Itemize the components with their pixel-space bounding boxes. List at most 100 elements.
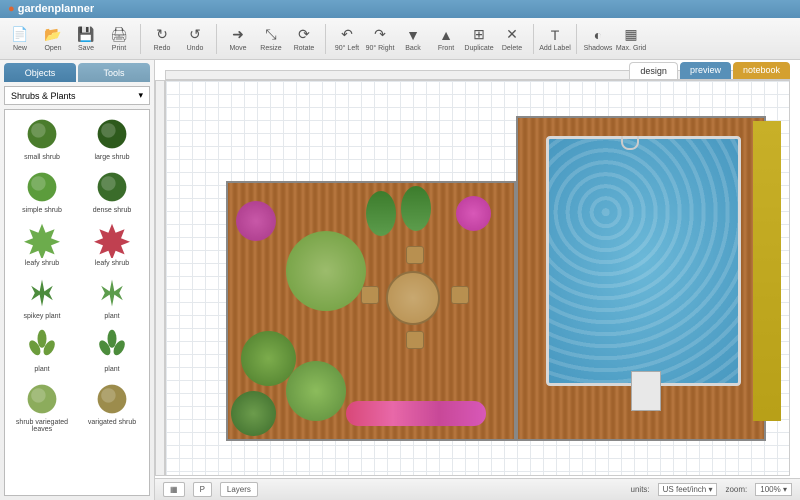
zoom-label: zoom: <box>725 485 747 494</box>
chair-object[interactable] <box>361 286 379 304</box>
rotate-button[interactable]: ⟳Rotate <box>288 20 320 58</box>
canvas-area: design preview notebook <box>155 60 800 500</box>
main-toolbar: 📄New📂Open💾Save🖨Print ↻Redo↺Undo ➜Move⤡Resi… <box>0 18 800 60</box>
units-label: units: <box>631 485 650 494</box>
palette-item[interactable]: simple shrub <box>9 167 75 216</box>
chair-object[interactable] <box>406 246 424 264</box>
plant-icon <box>94 169 130 205</box>
plant-icon <box>24 222 60 258</box>
duplicate-button[interactable]: ⊞Duplicate <box>463 20 495 58</box>
tab-objects[interactable]: Objects <box>4 63 76 82</box>
plant-icon <box>94 116 130 152</box>
palette-item[interactable]: spikey plant <box>9 273 75 322</box>
shrub-object[interactable] <box>286 231 366 311</box>
undo-button[interactable]: ↺Undo <box>179 20 211 58</box>
plant-icon <box>94 381 130 417</box>
palette-item[interactable]: leafy shrub <box>9 220 75 269</box>
save-button[interactable]: 💾Save <box>70 20 102 58</box>
resize-button[interactable]: ⤡Resize <box>255 20 287 58</box>
shrub-object[interactable] <box>286 361 346 421</box>
resize-icon: ⤡ <box>262 26 280 44</box>
shadows-button[interactable]: ◐Shadows <box>582 20 614 58</box>
category-label: Shrubs & Plants <box>11 91 76 101</box>
open-button[interactable]: 📂Open <box>37 20 69 58</box>
print-button[interactable]: 🖨Print <box>103 20 135 58</box>
new-button[interactable]: 📄New <box>4 20 36 58</box>
save-icon: 💾 <box>77 26 95 44</box>
move-icon: ➜ <box>229 26 247 44</box>
rotate-icon: ⟳ <box>295 26 313 44</box>
palette-item[interactable]: dense shrub <box>79 167 145 216</box>
plant-icon <box>24 381 60 417</box>
diving-board[interactable] <box>631 371 661 411</box>
palette-item[interactable]: large shrub <box>79 114 145 163</box>
maxgrid-button[interactable]: ▦Max. Grid <box>615 20 647 58</box>
plant-icon <box>24 116 60 152</box>
ruler-vertical <box>155 80 165 476</box>
palette-item[interactable]: leafy shrub <box>79 220 145 269</box>
design-canvas[interactable] <box>165 80 790 476</box>
addlabel-icon: T <box>546 26 564 44</box>
statusbar: ▦ P Layers units: US feet/inch ▾ zoom: 1… <box>155 478 800 500</box>
plant-icon <box>94 275 130 311</box>
app-logo: ● gardenplanner <box>8 3 94 15</box>
tab-preview[interactable]: preview <box>680 62 731 79</box>
delete-button[interactable]: ✕Delete <box>496 20 528 58</box>
tab-tools[interactable]: Tools <box>78 63 150 82</box>
shadows-icon: ◐ <box>589 26 607 44</box>
rot90r-button[interactable]: ↷90° Right <box>364 20 396 58</box>
pool-object[interactable] <box>546 136 741 386</box>
snap-toggle-button[interactable]: P <box>193 482 212 497</box>
patio-table[interactable] <box>386 271 440 325</box>
plant-icon <box>94 328 130 364</box>
open-icon: 📂 <box>44 26 62 44</box>
back-button[interactable]: ▼Back <box>397 20 429 58</box>
palette-item[interactable]: plant <box>9 326 75 375</box>
flower-object[interactable] <box>456 196 491 231</box>
shrub-object[interactable] <box>236 201 276 241</box>
sidebar-tabs: Objects Tools <box>0 60 154 82</box>
palette-item[interactable]: varigated shrub <box>79 379 145 435</box>
redo-icon: ↻ <box>153 26 171 44</box>
back-icon: ▼ <box>404 26 422 44</box>
chevron-down-icon: ▾ <box>138 90 143 101</box>
delete-icon: ✕ <box>503 26 521 44</box>
palette-item[interactable]: plant <box>79 273 145 322</box>
plant-icon <box>24 275 60 311</box>
zoom-select[interactable]: 100% ▾ <box>755 483 792 496</box>
rot90l-button[interactable]: ↶90° Left <box>331 20 363 58</box>
palette-item[interactable]: small shrub <box>9 114 75 163</box>
duplicate-icon: ⊞ <box>470 26 488 44</box>
grid-toggle-button[interactable]: ▦ <box>163 482 185 497</box>
tab-design[interactable]: design <box>629 62 678 79</box>
sidebar: Objects Tools Shrubs & Plants ▾ small sh… <box>0 60 155 500</box>
print-icon: 🖨 <box>110 26 128 44</box>
shrub-object[interactable] <box>231 391 276 436</box>
tab-notebook[interactable]: notebook <box>733 62 790 79</box>
category-select[interactable]: Shrubs & Plants ▾ <box>4 86 150 105</box>
front-button[interactable]: ▲Front <box>430 20 462 58</box>
addlabel-button[interactable]: TAdd Label <box>539 20 571 58</box>
plant-object[interactable] <box>366 191 396 236</box>
object-palette: small shrublarge shrubsimple shrubdense … <box>4 109 150 496</box>
palette-item[interactable]: plant <box>79 326 145 375</box>
new-icon: 📄 <box>11 26 29 44</box>
plant-object[interactable] <box>401 186 431 231</box>
chair-object[interactable] <box>406 331 424 349</box>
flower-bed[interactable] <box>346 401 486 426</box>
palette-item[interactable]: shrub variegated leaves <box>9 379 75 435</box>
app-header: ● gardenplanner <box>0 0 800 18</box>
plant-icon <box>24 328 60 364</box>
redo-button[interactable]: ↻Redo <box>146 20 178 58</box>
units-select[interactable]: US feet/inch ▾ <box>658 483 718 496</box>
layers-button[interactable]: Layers <box>220 482 258 497</box>
plant-icon <box>94 222 130 258</box>
maxgrid-icon: ▦ <box>622 26 640 44</box>
flower-border[interactable] <box>753 121 781 421</box>
move-button[interactable]: ➜Move <box>222 20 254 58</box>
rot90l-icon: ↶ <box>338 26 356 44</box>
view-tabs: design preview notebook <box>629 62 790 79</box>
rot90r-icon: ↷ <box>371 26 389 44</box>
chair-object[interactable] <box>451 286 469 304</box>
pool-ladder[interactable] <box>621 136 639 150</box>
